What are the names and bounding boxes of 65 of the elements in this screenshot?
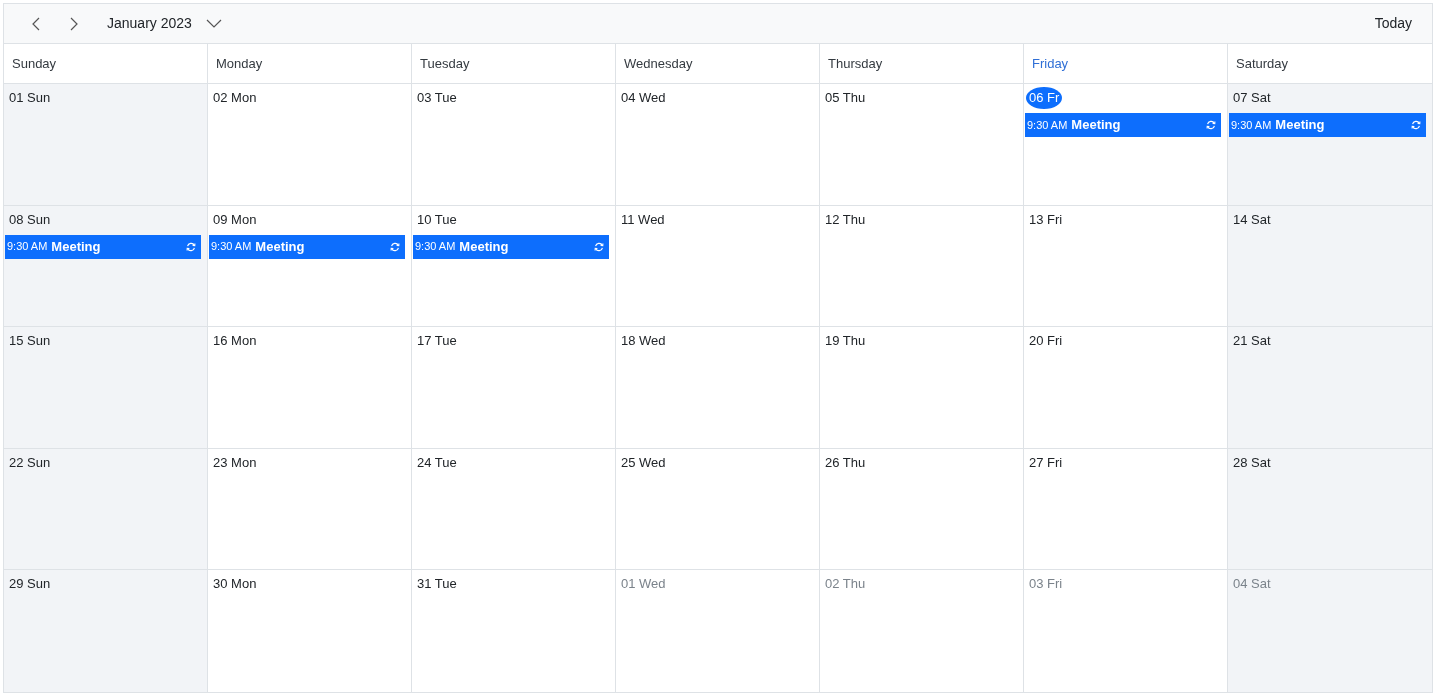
event-chip[interactable]: 9:30 AM Meeting [209, 234, 405, 259]
day-cell[interactable]: 14 Sat [1228, 205, 1432, 327]
weekday-header: Thursday [820, 44, 1024, 83]
date-label: 22 Sun [8, 453, 52, 472]
chevron-left-icon [32, 16, 40, 31]
day-cell[interactable]: 10 Tue 9:30 AM Meeting [412, 205, 616, 327]
chevron-down-icon [205, 19, 222, 28]
date-label: 02 Mon [212, 89, 258, 107]
day-cell[interactable]: 08 Sun 9:30 AM Meeting [4, 205, 208, 327]
today-button[interactable]: Today [1371, 9, 1415, 38]
weekday-header: Wednesday [616, 44, 820, 83]
weekday-header: Saturday [1235, 54, 1290, 73]
date-label: 14 Sat [1232, 210, 1272, 229]
event-chip[interactable]: 9:30 AM Meeting [1025, 113, 1221, 137]
date-label: 15 Sun [8, 332, 52, 351]
date-label: 27 Fri [1028, 453, 1064, 472]
date-label: 28 Sat [1232, 453, 1272, 472]
date-label: 03 Tue [416, 89, 458, 107]
date-label: 12 Thu [824, 210, 867, 229]
date-label: 01 Sun [8, 89, 52, 107]
weekday-header: Tuesday [412, 44, 616, 83]
event-chip[interactable]: 9:30 AM Meeting [5, 234, 201, 259]
event-chip[interactable]: 9:30 AM Meeting [413, 234, 609, 259]
date-label: 09 Mon [212, 210, 258, 229]
day-cell[interactable]: 22 Sun [4, 448, 208, 570]
date-label: 03 Fri [1028, 575, 1064, 594]
day-cell[interactable]: 07 Sat 9:30 AM Meeting [1228, 84, 1432, 205]
date-label: 29 Sun [8, 575, 52, 594]
date-label: 08 Sun [8, 210, 52, 229]
date-label: 19 Thu [824, 332, 867, 351]
chevron-right-icon [70, 16, 78, 31]
day-cell[interactable]: 28 Sat [1228, 448, 1432, 570]
date-label: 01 Wed [620, 575, 667, 594]
day-cell[interactable]: 04 Sat [1228, 570, 1432, 692]
weekday-header: Friday [1024, 44, 1228, 83]
date-label: 06 Fr [1026, 87, 1063, 109]
day-cell[interactable]: 29 Sun [4, 570, 208, 692]
date-label: 05 Thu [824, 89, 867, 107]
date-label: 23 Mon [212, 453, 258, 472]
date-label: 24 Tue [416, 453, 458, 472]
date-label: 02 Thu [824, 575, 867, 594]
date-label: 10 Tue [416, 210, 458, 229]
date-label: 07 Sat [1232, 89, 1272, 107]
date-label: 20 Fri [1028, 332, 1064, 351]
date-label: 16 Mon [212, 332, 258, 351]
day-cell[interactable]: 01 Sun [4, 84, 208, 205]
event-chip[interactable]: 9:30 AM Meeting [1229, 113, 1426, 137]
day-cell[interactable]: 09 Mon 9:30 AM Meeting [208, 205, 412, 327]
date-label: 21 Sat [1232, 332, 1272, 351]
date-label: 17 Tue [416, 332, 458, 351]
date-label: 26 Thu [824, 453, 867, 472]
date-label: 11 Wed [620, 210, 666, 229]
day-cell[interactable]: 15 Sun [4, 327, 208, 448]
month-picker-button[interactable]: January 2023 [104, 9, 225, 38]
date-label: 25 Wed [620, 453, 667, 472]
date-label: 04 Sat [1232, 575, 1272, 594]
day-cell[interactable]: 06 Fr 9:30 AM Meeting [1024, 84, 1228, 205]
weekday-header: Sunday [4, 44, 208, 83]
date-label: 30 Mon [212, 575, 258, 594]
date-label: 31 Tue [416, 575, 458, 594]
date-label: 18 Wed [620, 332, 667, 351]
date-label: 04 Wed [620, 89, 667, 107]
date-label: 13 Fri [1028, 210, 1064, 229]
day-cell[interactable]: 21 Sat [1228, 327, 1432, 448]
weekday-header: Monday [208, 44, 412, 83]
